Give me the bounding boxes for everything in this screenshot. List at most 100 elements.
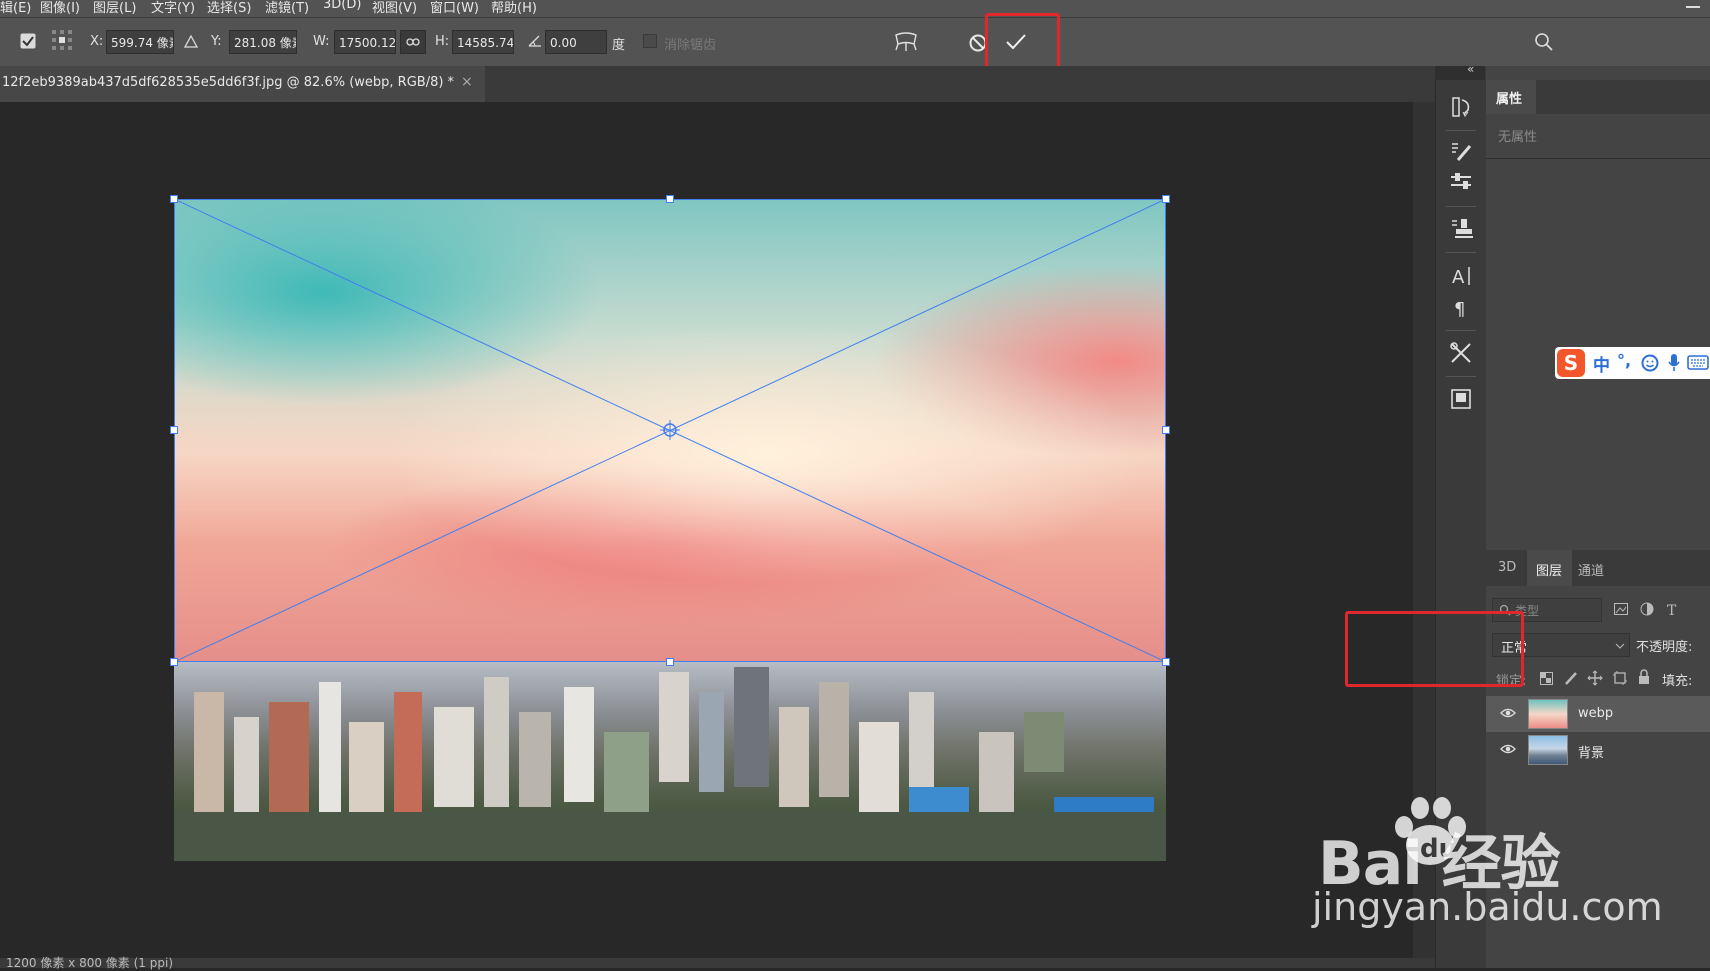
link-icon <box>406 38 420 46</box>
lock-artboard-icon[interactable] <box>1612 670 1628 686</box>
close-icon[interactable]: × <box>461 74 473 90</box>
status-text: 1200 像素 x 800 像素 (1 ppi) <box>6 956 173 970</box>
handle-left[interactable] <box>170 426 178 434</box>
layer-name: 背景 <box>1578 746 1605 761</box>
menu-window[interactable]: 窗口(W) <box>430 0 479 16</box>
type-filter-icon[interactable]: T <box>1666 602 1680 616</box>
clone-stamp-icon[interactable] <box>1444 212 1478 246</box>
tab-properties[interactable]: 属性 <box>1486 80 1536 114</box>
x-field[interactable]: 599.74 像素 <box>106 30 174 54</box>
lock-transparent-icon[interactable] <box>1540 672 1553 685</box>
adjustment-filter-icon[interactable] <box>1640 602 1654 616</box>
menu-layer[interactable]: 图层(L) <box>93 0 136 16</box>
history-icon[interactable] <box>1444 90 1478 124</box>
character-icon[interactable]: A <box>1444 258 1478 292</box>
minimize-icon[interactable] <box>1686 6 1700 8</box>
layer-highlight <box>1345 611 1524 687</box>
x-label: X: <box>90 34 104 49</box>
ime-toolbar[interactable]: S 中 °, <box>1555 347 1710 379</box>
chevron-down-icon <box>1615 643 1625 649</box>
properties-empty-text: 无属性 <box>1498 130 1538 145</box>
svg-text:¶: ¶ <box>1454 299 1465 320</box>
svg-text:T: T <box>1667 603 1677 616</box>
fill-label: 填充: <box>1662 674 1693 689</box>
handle-bottom-left[interactable] <box>170 658 178 666</box>
menu-type[interactable]: 文字(Y) <box>151 0 195 16</box>
transform-box[interactable] <box>170 195 1170 666</box>
tab-3d[interactable]: 3D <box>1498 560 1516 575</box>
paragraph-icon[interactable]: ¶ <box>1444 290 1478 324</box>
dock-collapse-bar[interactable]: « <box>1435 62 1485 80</box>
handle-bottom[interactable] <box>666 658 674 666</box>
lock-pixels-icon[interactable] <box>1564 670 1580 686</box>
libraries-icon[interactable] <box>1444 382 1478 416</box>
y-label: Y: <box>211 34 222 49</box>
document-tab-title: 12f2eb9389ab437d5df628535e5dd6f3f.jpg @ … <box>2 75 455 90</box>
handle-bottom-right[interactable] <box>1162 658 1170 666</box>
ime-punct[interactable]: °, <box>1617 351 1631 370</box>
h-field[interactable]: 14585.74% <box>452 30 514 54</box>
layer-thumbnail <box>1528 699 1568 729</box>
menu-image[interactable]: 图像(I) <box>40 0 80 16</box>
city-layer <box>174 662 1166 861</box>
transform-diagonals <box>174 199 1166 662</box>
lock-position-icon[interactable] <box>1587 670 1603 686</box>
w-label: W: <box>313 34 330 49</box>
layers-tab-bar: 3D 图层 通道 <box>1486 550 1710 586</box>
relative-position-icon[interactable] <box>184 35 198 48</box>
microphone-icon[interactable] <box>1667 353 1681 373</box>
w-field[interactable]: 17500.12% <box>334 30 396 54</box>
ime-logo: S <box>1557 349 1585 377</box>
layer-name: webp <box>1578 706 1614 721</box>
emoji-icon[interactable] <box>1641 354 1659 372</box>
angle-icon <box>528 35 541 47</box>
svg-text:A: A <box>1452 267 1465 288</box>
lock-all-icon[interactable] <box>1638 669 1650 685</box>
pixel-filter-icon[interactable] <box>1614 603 1628 615</box>
angle-unit: 度 <box>612 38 626 53</box>
menu-help[interactable]: 帮助(H) <box>491 0 537 16</box>
visibility-eye-icon[interactable] <box>1500 743 1516 755</box>
tab-layers[interactable]: 图层 <box>1536 560 1562 579</box>
visibility-eye-icon[interactable] <box>1500 707 1516 719</box>
properties-tab-bar: 属性 <box>1486 80 1710 114</box>
y-field[interactable]: 281.08 像素 <box>229 30 297 54</box>
menu-view[interactable]: 视图(V) <box>372 0 417 16</box>
antialias-checkbox-icon[interactable] <box>643 34 657 48</box>
layer-row-webp[interactable]: webp <box>1486 696 1710 732</box>
watermark-url: jingyan.baidu.com <box>1312 885 1663 929</box>
checkbox-icon[interactable] <box>20 33 36 49</box>
brush-settings-icon[interactable] <box>1444 134 1478 168</box>
menu-filter[interactable]: 滤镜(T) <box>265 0 309 16</box>
layer-thumbnail <box>1528 735 1568 765</box>
handle-top-left[interactable] <box>170 195 178 203</box>
menu-bar: 辑(E) 图像(I) 图层(L) 文字(Y) 选择(S) 滤镜(T) 3D(D)… <box>0 0 1710 17</box>
tab-channels[interactable]: 通道 <box>1578 560 1604 579</box>
menu-select[interactable]: 选择(S) <box>207 0 251 16</box>
opacity-label: 不透明度: <box>1636 640 1693 655</box>
document-tab-bar: 12f2eb9389ab437d5df628535e5dd6f3f.jpg @ … <box>0 66 1435 102</box>
handle-right[interactable] <box>1162 426 1170 434</box>
document-tab[interactable]: 12f2eb9389ab437d5df628535e5dd6f3f.jpg @ … <box>0 66 485 102</box>
divider <box>1486 158 1710 159</box>
options-bar: X: 599.74 像素 Y: 281.08 像素 W: 17500.12% H… <box>0 17 1710 67</box>
tool-presets-icon[interactable] <box>1444 336 1478 370</box>
handle-top[interactable] <box>666 195 674 203</box>
angle-field[interactable]: 0.00 <box>545 30 607 54</box>
tab-properties-label: 属性 <box>1496 92 1523 107</box>
collapse-icon[interactable]: « <box>1467 62 1474 76</box>
menu-3d[interactable]: 3D(D) <box>323 0 361 12</box>
antialias-label: 消除锯齿 <box>664 38 717 53</box>
link-button[interactable] <box>400 30 426 54</box>
reference-point-icon[interactable] <box>51 29 73 51</box>
h-label: H: <box>435 34 450 49</box>
ime-mode[interactable]: 中 <box>1593 351 1610 376</box>
status-bar: 1200 像素 x 800 像素 (1 ppi) <box>0 956 1435 970</box>
warp-icon[interactable] <box>893 30 919 54</box>
menu-edit[interactable]: 辑(E) <box>0 0 31 16</box>
layer-row-background[interactable]: 背景 <box>1486 732 1710 768</box>
keyboard-icon[interactable] <box>1687 355 1709 370</box>
search-icon[interactable] <box>1534 32 1554 52</box>
adjustments-icon[interactable] <box>1444 166 1478 200</box>
handle-top-right[interactable] <box>1162 195 1170 203</box>
